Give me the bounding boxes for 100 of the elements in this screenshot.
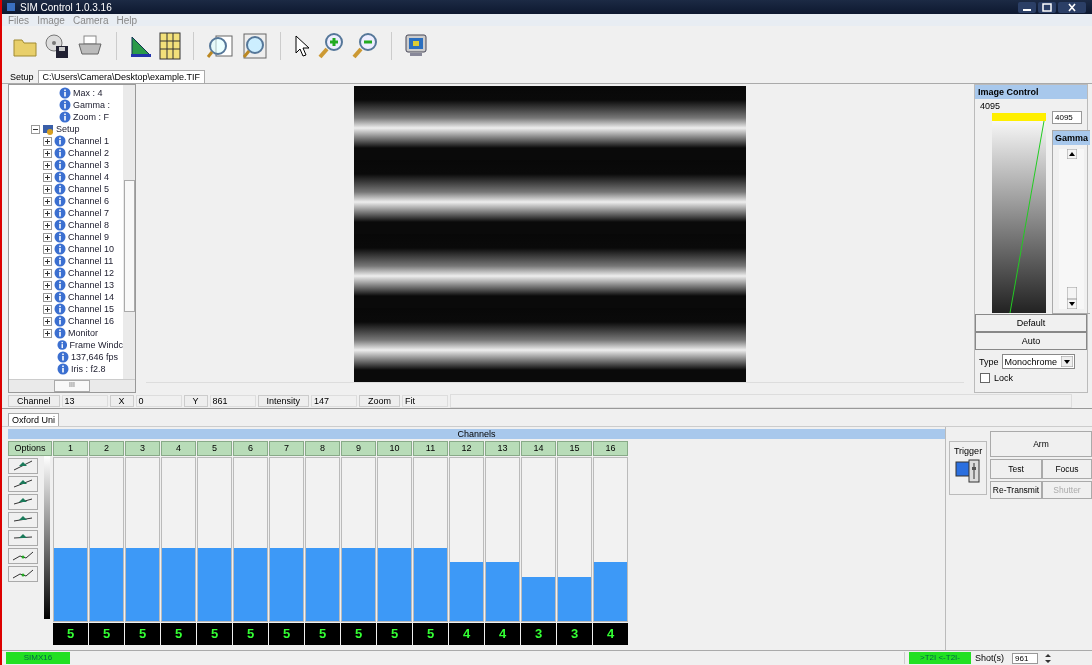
ruler-triangle-icon[interactable] [129,34,153,58]
readout-field: 861 [209,394,256,407]
tree-item[interactable]: Iris : f2.8 [71,364,106,374]
control-button[interactable]: Re-Transmit [990,481,1042,499]
up-arrow-icon[interactable] [1066,149,1077,159]
panel-button[interactable]: Default [975,314,1087,332]
curve-option-icon[interactable] [8,566,38,582]
channel-header[interactable]: 4 [161,441,196,456]
expander-icon[interactable] [43,184,52,194]
close-icon[interactable] [1058,1,1086,13]
expander-icon[interactable] [43,208,52,218]
tree-item[interactable]: Channel 15 [68,304,115,314]
pointer-icon[interactable] [293,34,311,58]
maximize-icon[interactable] [1038,1,1056,13]
channel-header[interactable]: 1 [53,441,88,456]
expander-icon[interactable] [43,148,52,158]
expander-icon[interactable] [43,280,52,290]
channel-header[interactable]: 15 [557,441,592,456]
channel-header[interactable]: 14 [521,441,556,456]
tree-item[interactable]: Monitor [68,328,98,338]
tree-item[interactable]: Channel 5 [68,184,110,194]
scrollbar[interactable] [1059,149,1085,309]
disk-save-icon[interactable] [44,33,70,59]
tree-item[interactable]: Channel 4 [68,172,110,182]
control-button[interactable]: Test [990,459,1042,479]
options-header[interactable]: Options [8,441,52,456]
curve-option-icon[interactable] [8,476,38,492]
printer-icon[interactable] [76,34,104,58]
tree-item[interactable]: Channel 10 [68,244,115,254]
expander-icon[interactable] [43,244,52,254]
tree-item[interactable]: Channel 7 [68,208,110,218]
tree-item[interactable]: Channel 2 [68,148,110,158]
expander-icon[interactable] [43,160,52,170]
minimize-icon[interactable] [1018,1,1036,13]
expander-icon[interactable] [43,316,52,326]
down-arrow-icon[interactable] [1066,299,1077,309]
slider-thumb-icon[interactable] [1066,287,1077,299]
tree-item[interactable]: Channel 16 [68,316,115,326]
zoom-in-icon[interactable] [317,32,345,60]
tab[interactable]: Oxford Uni [8,413,59,426]
expander-icon[interactable] [43,172,52,182]
zoom-fit-icon[interactable] [240,32,268,60]
expander-icon[interactable] [43,232,52,242]
channel-header[interactable]: 9 [341,441,376,456]
expander-icon[interactable] [43,220,52,230]
channel-header[interactable]: 8 [305,441,340,456]
curve-option-icon[interactable] [8,494,38,510]
control-button[interactable]: Focus [1042,459,1092,479]
tree-item[interactable]: Channel 3 [68,160,110,170]
tree-item[interactable]: Frame Windc [69,340,123,350]
readout-field: 147 [311,394,358,407]
max-value-field[interactable]: 4095 [1052,111,1082,124]
zoom-page-icon[interactable] [206,32,234,60]
tree-item[interactable]: Setup [56,124,80,134]
channel-header[interactable]: 7 [269,441,304,456]
channel-header[interactable]: 3 [125,441,160,456]
expander-icon[interactable] [43,256,52,266]
monitor-icon[interactable] [404,33,428,59]
curve-option-icon[interactable] [8,512,38,528]
tree-item[interactable]: Zoom : F [73,112,109,122]
channel-header[interactable]: 12 [449,441,484,456]
tree-item[interactable]: 137,646 fps [71,352,119,362]
checkbox[interactable] [980,373,990,383]
tree-item[interactable]: Channel 12 [68,268,115,278]
tree-item[interactable]: Channel 9 [68,232,110,242]
tree-item[interactable]: Max : 4 [73,88,103,98]
tree-item[interactable]: Channel 1 [68,136,110,146]
trigger-button[interactable]: Trigger [949,441,987,495]
tree-item[interactable]: Channel 11 [68,256,114,266]
expander-icon[interactable] [43,136,52,146]
panel-button[interactable]: Auto [975,332,1087,350]
shots-field[interactable]: 961 [1012,652,1038,664]
channel-header[interactable]: 6 [233,441,268,456]
tree-item[interactable]: Channel 6 [68,196,110,206]
curve-option-icon[interactable] [8,530,38,546]
expander-icon[interactable] [43,196,52,206]
tree-item[interactable]: Channel 8 [68,220,110,230]
expander-icon[interactable] [43,328,52,338]
control-button[interactable]: Arm [990,431,1092,457]
expander-icon[interactable] [31,124,40,134]
channel-header[interactable]: 16 [593,441,628,456]
tree-item[interactable]: Channel 13 [68,280,115,290]
scrollbar[interactable] [123,85,135,379]
expander-icon[interactable] [43,268,52,278]
tree-item[interactable]: Channel 14 [68,292,115,302]
channel-header[interactable]: 2 [89,441,124,456]
channel-header[interactable]: 11 [413,441,448,456]
spreadsheet-icon[interactable] [159,32,181,60]
channel-header[interactable]: 5 [197,441,232,456]
expander-icon[interactable] [43,304,52,314]
curve-option-icon[interactable] [8,458,38,474]
channel-header[interactable]: 13 [485,441,520,456]
curve-option-icon[interactable] [8,548,38,564]
zoom-out-icon[interactable] [351,32,379,60]
tree-item[interactable]: Gamma : [73,100,110,110]
type-dropdown[interactable]: Monochrome [1001,354,1076,369]
channel-header[interactable]: 10 [377,441,412,456]
tab[interactable]: C:\Users\Camera\Desktop\example.TIF [37,70,206,83]
tab[interactable]: Setup [6,71,38,83]
expander-icon[interactable] [43,292,52,302]
